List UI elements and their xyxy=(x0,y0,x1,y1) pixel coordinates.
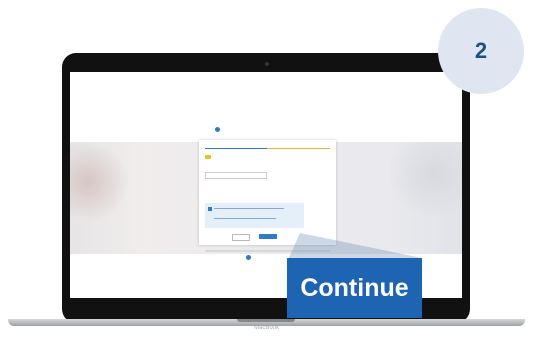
laptop-notch xyxy=(237,319,295,322)
laptop-brand: MacBook xyxy=(253,325,279,331)
step-badge: 2 xyxy=(438,8,524,94)
continue-callout: Continue xyxy=(287,258,422,318)
callout-label: Continue xyxy=(300,273,409,302)
step-number: 2 xyxy=(474,38,488,63)
